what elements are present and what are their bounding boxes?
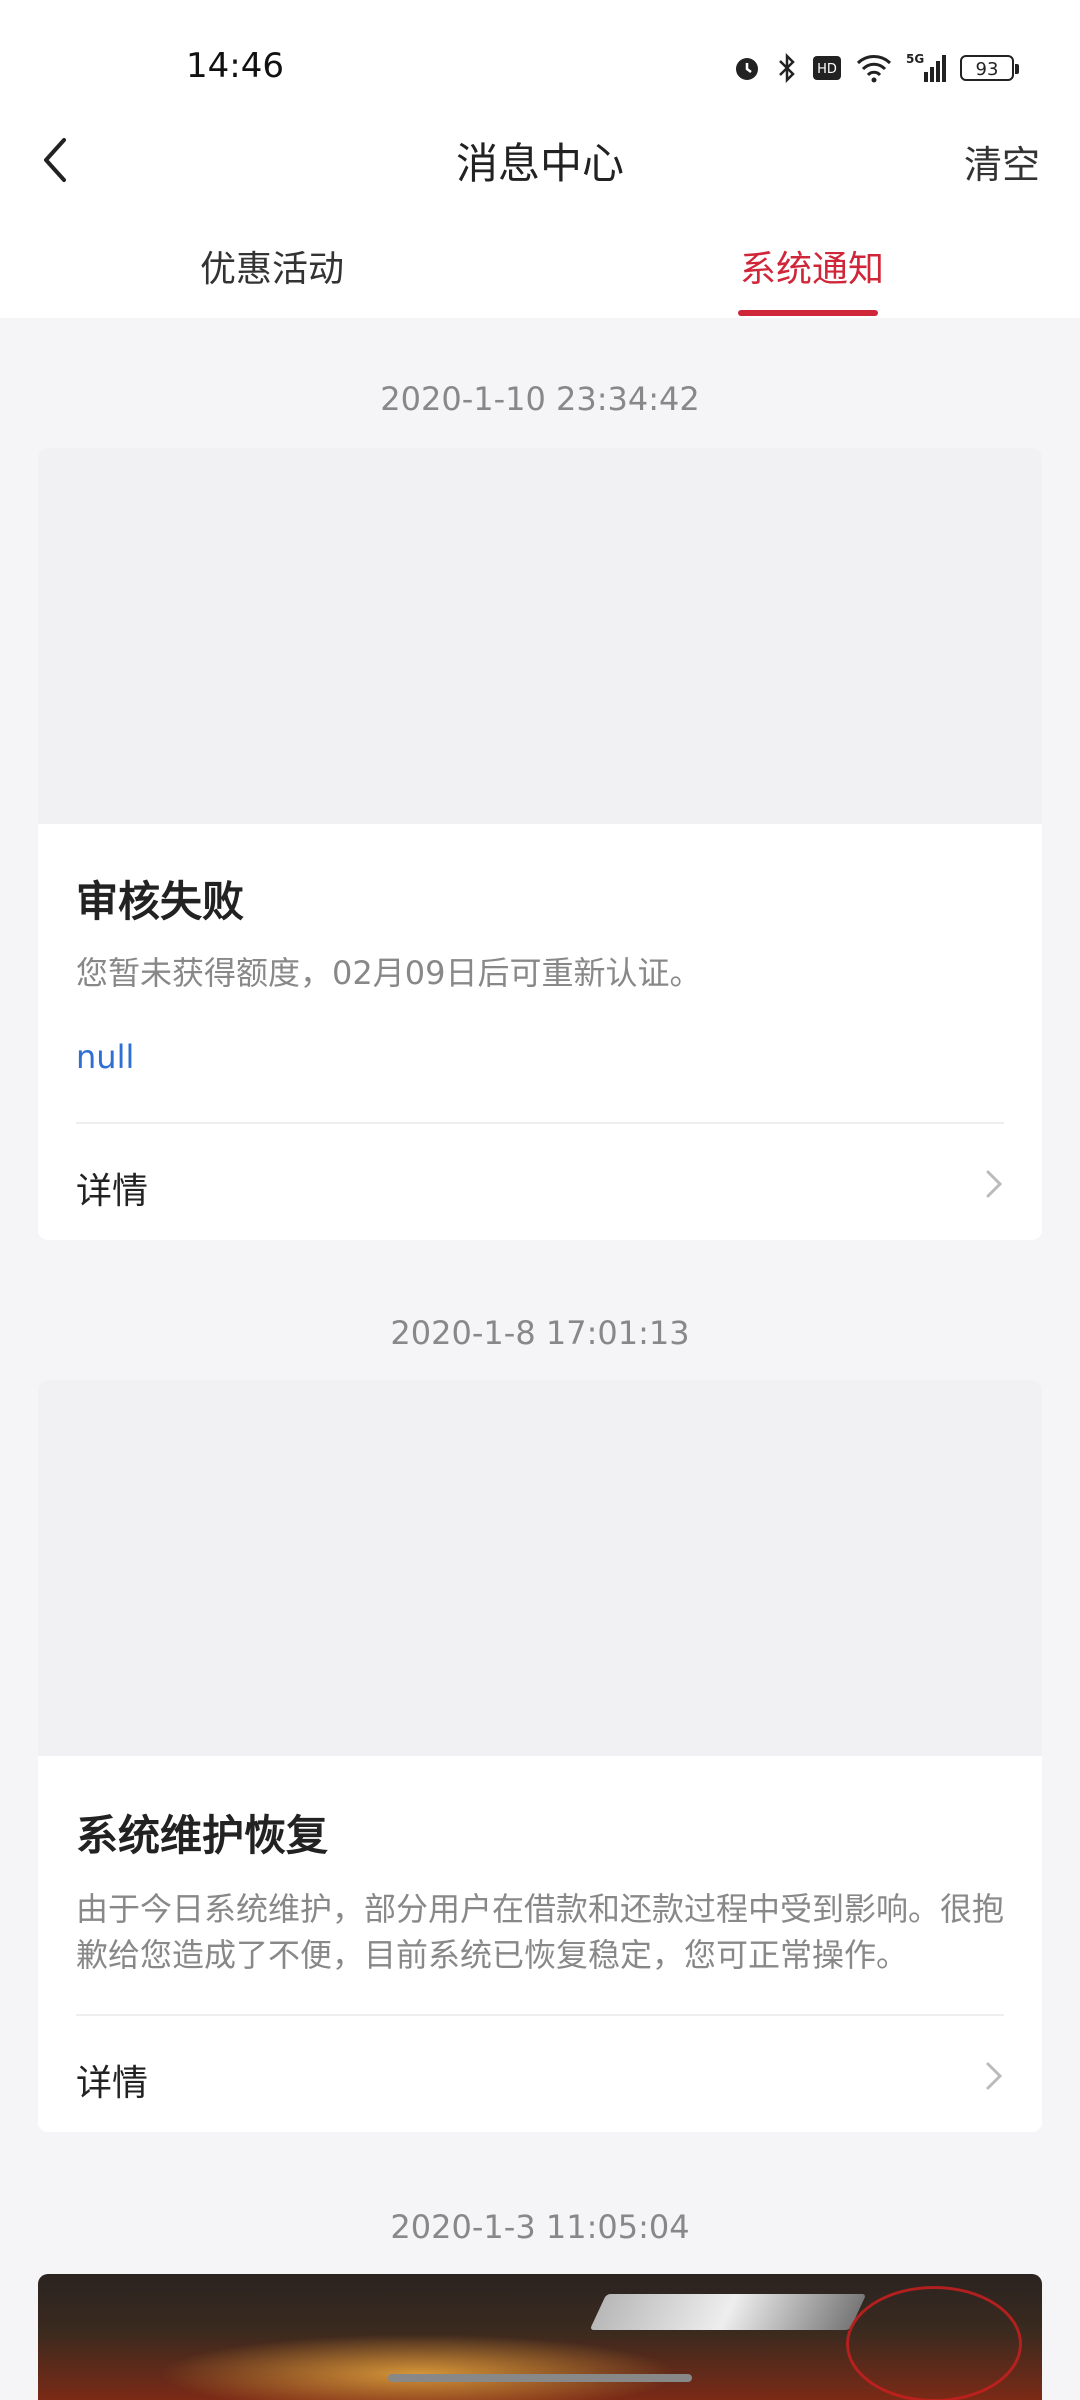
alarm-icon bbox=[736, 58, 758, 80]
status-icons: HD 5G 93 bbox=[732, 48, 1019, 88]
details-button[interactable]: 详情 bbox=[76, 2054, 148, 2106]
message-link[interactable]: null bbox=[76, 1038, 134, 1076]
wifi-icon bbox=[856, 55, 892, 83]
chevron-right-icon bbox=[986, 1170, 1003, 1198]
tab-promotions[interactable]: 优惠活动 bbox=[200, 240, 344, 292]
tab-system-notices[interactable]: 系统通知 bbox=[740, 240, 884, 292]
banner-seal-graphic bbox=[846, 2286, 1022, 2400]
banner-glow bbox=[158, 2334, 678, 2400]
message-body: 由于今日系统维护，部分用户在借款和还款过程中受到影响。很抱歉给您造成了不便，目前… bbox=[76, 1890, 1005, 1974]
message-timestamp: 2020-1-10 23:34:42 bbox=[380, 380, 700, 418]
card-divider bbox=[76, 1122, 1004, 1124]
message-timestamp: 2020-1-3 11:05:04 bbox=[390, 2208, 690, 2246]
message-image-placeholder bbox=[38, 1380, 1042, 1756]
message-image-placeholder bbox=[38, 448, 1042, 824]
active-tab-indicator bbox=[738, 310, 878, 316]
card-divider bbox=[76, 2014, 1004, 2016]
message-body: 您暂未获得额度，02月09日后可重新认证。 bbox=[76, 954, 702, 992]
network-label: 5G bbox=[906, 52, 924, 66]
message-timestamp: 2020-1-8 17:01:13 bbox=[390, 1314, 690, 1352]
hd-icon: HD bbox=[813, 56, 841, 80]
battery-icon: 93 bbox=[960, 55, 1019, 81]
svg-text:HD: HD bbox=[817, 62, 837, 77]
clear-button[interactable]: 清空 bbox=[964, 134, 1040, 189]
bluetooth-icon bbox=[779, 52, 795, 84]
message-title: 系统维护恢复 bbox=[76, 1811, 329, 1860]
page-title: 消息中心 bbox=[455, 139, 624, 188]
home-indicator[interactable] bbox=[388, 2374, 692, 2382]
status-bar: 14:46 HD 5G 93 bbox=[0, 0, 1080, 140]
banner-sword-graphic bbox=[589, 2294, 867, 2330]
message-title: 审核失败 bbox=[76, 877, 245, 926]
details-button[interactable]: 详情 bbox=[76, 1162, 148, 1214]
status-time: 14:46 bbox=[186, 46, 284, 86]
chevron-right-icon bbox=[986, 2062, 1003, 2090]
message-card[interactable]: 审核失败 您暂未获得额度，02月09日后可重新认证。 null 详情 bbox=[38, 448, 1042, 1240]
cellular-signal-icon: 5G bbox=[906, 52, 946, 82]
tab-bar bbox=[0, 220, 1080, 318]
message-card[interactable]: 系统维护恢复 由于今日系统维护，部分用户在借款和还款过程中受到影响。很抱歉给您造… bbox=[38, 1380, 1042, 2132]
